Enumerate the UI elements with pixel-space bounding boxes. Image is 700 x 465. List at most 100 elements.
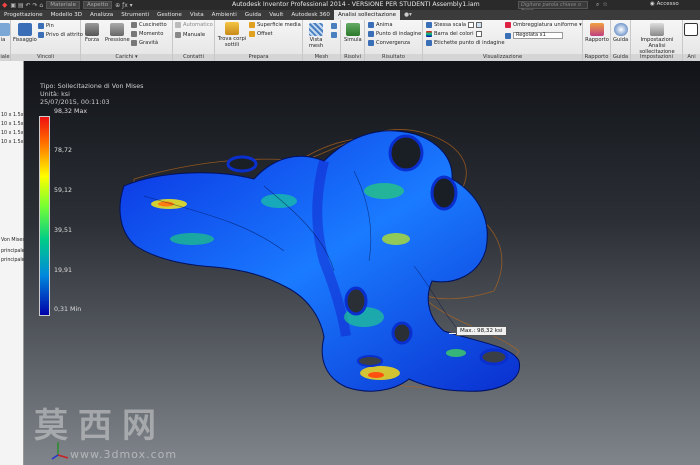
mesh-settings-icon — [331, 23, 337, 29]
panel-label-risolvi: Risolvi — [341, 54, 364, 61]
forza-button[interactable]: Forza — [85, 23, 99, 43]
convergence-icon — [368, 40, 374, 46]
tab-ambienti[interactable]: Ambienti — [208, 10, 241, 20]
pressure-icon — [110, 23, 125, 36]
superficie-media-button[interactable]: Superficie media — [249, 22, 301, 28]
privo-attrito-button[interactable]: Privo di attrito — [38, 32, 83, 38]
app-menu-icon[interactable]: ◆ — [2, 1, 7, 9]
appearance-dropdown[interactable]: Aspetto — [82, 1, 113, 9]
panel-label-end: Ani — [683, 54, 700, 61]
ombreggiatura-dropdown[interactable]: Ombreggiatura uniforme ▾ — [505, 22, 582, 28]
convergenza-button[interactable]: Convergenza — [368, 40, 410, 46]
local-mesh-button[interactable] — [331, 32, 337, 38]
search-input[interactable]: Digitare parola chiave o frase — [518, 1, 588, 14]
tab-guida[interactable]: Guida — [241, 10, 265, 20]
minmax-toggle[interactable] — [475, 31, 482, 37]
find-thin-bodies-icon — [225, 22, 239, 35]
punto-indagine-button[interactable]: Punto di indagine — [368, 31, 421, 37]
rapporto-label: Rapporto — [585, 37, 609, 43]
superficie-media-label: Superficie media — [257, 22, 301, 28]
sign-in-label: Accesso — [656, 1, 679, 7]
tab-autodesk-360[interactable]: Autodesk 360 — [287, 10, 334, 20]
boundary-toggle[interactable] — [468, 22, 475, 28]
barra-colori-button[interactable]: Barra dei colori — [426, 31, 482, 37]
title-bar: ◆ ▣ ▤ ↶ ↷ ⌂ Materiale Aspetto ⊕ ƒx ▾ Aut… — [0, 0, 700, 14]
browser-item[interactable]: Von Mises — [1, 238, 25, 243]
gravita-button[interactable]: Gravità — [131, 40, 158, 46]
tab-progettazione[interactable]: Progettazione — [0, 10, 47, 20]
graphics-viewport[interactable]: Tipo: Sollecitazione di Von Mises Unità:… — [24, 61, 700, 465]
stessa-scala-button[interactable]: Stessa scala — [426, 22, 483, 28]
panel-risolvi: Simula Risolvi — [341, 20, 365, 61]
panel-contatti: Automatico Manuale Contatti — [173, 20, 215, 61]
pin-label: Pin — [46, 23, 54, 29]
max-value-tooltip: Max.: 98,32 ksi — [456, 326, 507, 336]
tab-vault[interactable]: Vault — [265, 10, 287, 20]
manuale-button[interactable]: Manuale — [175, 32, 205, 38]
panel-rapporto: Rapporto Rapporto — [583, 20, 611, 61]
momento-button[interactable]: Momento — [131, 31, 163, 37]
impostazioni-button[interactable]: Impostazioni Analisi sollecitazione — [633, 23, 681, 55]
fissaggio-button[interactable]: Fissaggio — [13, 23, 37, 43]
frictionless-icon — [38, 32, 44, 38]
trova-corpi-button[interactable]: Trova corpi sottili — [217, 22, 247, 48]
sign-in-link[interactable]: ◉ Accesso — [650, 1, 679, 7]
offset-button[interactable]: Offset — [249, 31, 273, 37]
simula-button[interactable]: Simula — [344, 23, 362, 43]
rapporto-button[interactable]: Rapporto — [584, 23, 610, 43]
cuscinetto-button[interactable]: Cuscinetto — [131, 22, 167, 28]
assign-material-button[interactable]: ia — [0, 23, 10, 43]
color-bar-icon — [426, 31, 432, 37]
watermark-logo: 莫西网 — [34, 406, 166, 446]
quick-access-icons[interactable]: ▣ ▤ ↶ ↷ ⌂ — [10, 2, 43, 9]
cuscinetto-label: Cuscinetto — [139, 22, 167, 28]
tab-vista[interactable]: Vista — [186, 10, 208, 20]
mesh-view-icon — [309, 23, 323, 36]
binoculars-icon[interactable]: ⌕ — [596, 1, 599, 9]
panel-risultato: Anima Punto di indagine Convergenza Risu… — [365, 20, 423, 61]
panel-end: Ani — [683, 20, 700, 61]
panel-label-mesh: Mesh — [303, 54, 340, 61]
browser-item[interactable]: principale — [1, 258, 25, 263]
display-toggle[interactable] — [476, 22, 483, 28]
tab-gestione[interactable]: Gestione — [153, 10, 186, 20]
probe-labels-icon — [426, 40, 432, 46]
manuale-label: Manuale — [183, 32, 206, 38]
etichette-button[interactable]: Etichette punto di indagine — [426, 40, 505, 46]
toolbar-misc-icons[interactable]: ⊕ ƒx ▾ — [115, 2, 133, 9]
automatic-contact-icon — [175, 22, 181, 28]
pressione-button[interactable]: Pressione — [105, 23, 130, 43]
tab-strumenti[interactable]: Strumenti — [117, 10, 153, 20]
panel-label-rapporto: Rapporto — [583, 54, 610, 61]
tab-analisi-sollecitazione[interactable]: Analisi sollecitazione — [333, 10, 401, 20]
automatico-button[interactable]: Automatico — [175, 22, 213, 28]
assign-label: ia — [0, 37, 6, 43]
mesh-settings-button[interactable] — [331, 23, 337, 29]
titlebar-icons[interactable]: ⌕ ☆ — [596, 1, 608, 9]
panel-vincoli: Fissaggio Pin Privo di attrito Vincoli — [11, 20, 83, 61]
manual-contact-icon — [175, 32, 181, 38]
scale-dropdown[interactable]: Regolata x1 — [505, 32, 563, 39]
ribbon-tabs: Progettazione Modello 3D Analizza Strume… — [0, 10, 700, 20]
tab-modello-3d[interactable]: Modello 3D — [47, 10, 86, 20]
impostazioni-label: Impostazioni Analisi sollecitazione — [639, 37, 675, 55]
same-scale-icon — [426, 22, 432, 28]
anima-button[interactable]: Anima — [368, 22, 393, 28]
settings-icon — [650, 23, 664, 36]
offset-icon — [249, 31, 255, 37]
panel-label-contatti: Contatti — [173, 54, 214, 61]
panel-prepara: Trova corpi sottili Superficie media Off… — [215, 20, 303, 61]
vista-mesh-button[interactable]: Vista mesh — [303, 23, 329, 49]
material-dropdown[interactable]: Materiale — [46, 1, 80, 9]
ribbon-options-icon[interactable]: ●▾ — [400, 10, 416, 20]
scale-value[interactable]: Regolata x1 — [513, 32, 563, 39]
panel-guida: Guida Guida — [611, 20, 631, 61]
exit-button[interactable] — [684, 23, 698, 37]
guida-button[interactable]: Guida — [613, 23, 628, 43]
pin-button[interactable]: Pin — [38, 23, 54, 29]
star-icon[interactable]: ☆ — [602, 1, 607, 9]
gravity-icon — [131, 40, 137, 46]
tab-analizza[interactable]: Analizza — [86, 10, 117, 20]
panel-label-carichi[interactable]: Carichi ▾ — [81, 54, 172, 61]
browser-item[interactable]: principale — [1, 249, 25, 254]
